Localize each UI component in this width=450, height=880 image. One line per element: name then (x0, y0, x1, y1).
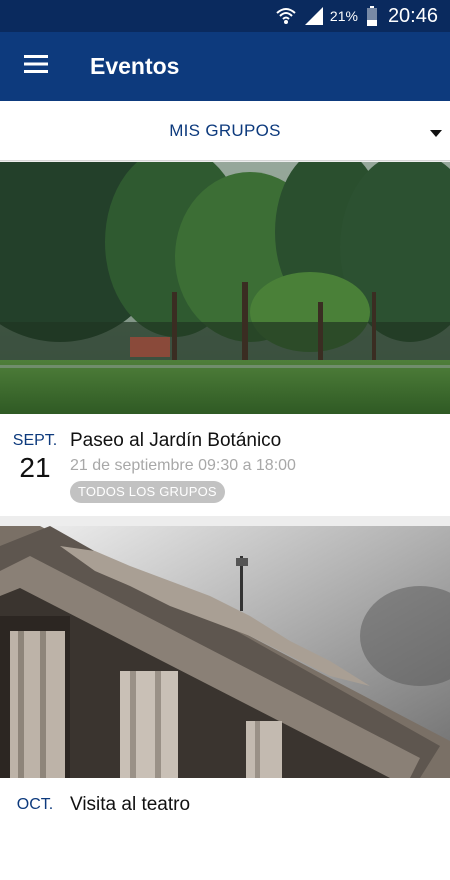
event-month: SEPT. (12, 432, 58, 449)
event-card[interactable]: SEPT. 21 Paseo al Jardín Botánico 21 de … (0, 162, 450, 516)
wifi-icon (276, 7, 296, 25)
battery-icon (366, 6, 378, 26)
status-time: 20:46 (387, 4, 438, 27)
menu-button[interactable] (0, 32, 72, 101)
event-month: OCT. (16, 796, 54, 813)
hamburger-menu-icon (24, 55, 48, 78)
battery-percent: 21% (329, 8, 358, 24)
park-trees-photo (0, 162, 450, 414)
theatre-columns-photo (0, 526, 450, 778)
event-info: OCT. Visita al teatro (0, 778, 450, 880)
group-selector-label: MIS GRUPOS (169, 120, 281, 140)
app-bar: Eventos (0, 32, 450, 101)
event-title[interactable]: Paseo al Jardín Botánico (70, 430, 281, 452)
event-time: 21 de septiembre 09:30 a 18:00 (70, 457, 296, 474)
group-selector[interactable]: MIS GRUPOS (0, 101, 450, 161)
event-title[interactable]: Visita al teatro (70, 794, 190, 816)
event-info: SEPT. 21 Paseo al Jardín Botánico 21 de … (0, 414, 450, 516)
event-day: 21 (19, 452, 51, 483)
event-card[interactable]: OCT. Visita al teatro (0, 526, 450, 880)
page-title: Eventos (90, 53, 180, 79)
dropdown-arrow-icon (430, 125, 442, 143)
status-bar: 21% 20:46 (0, 0, 450, 32)
event-group-badge: TODOS LOS GRUPOS (70, 481, 225, 503)
signal-icon (304, 7, 324, 25)
